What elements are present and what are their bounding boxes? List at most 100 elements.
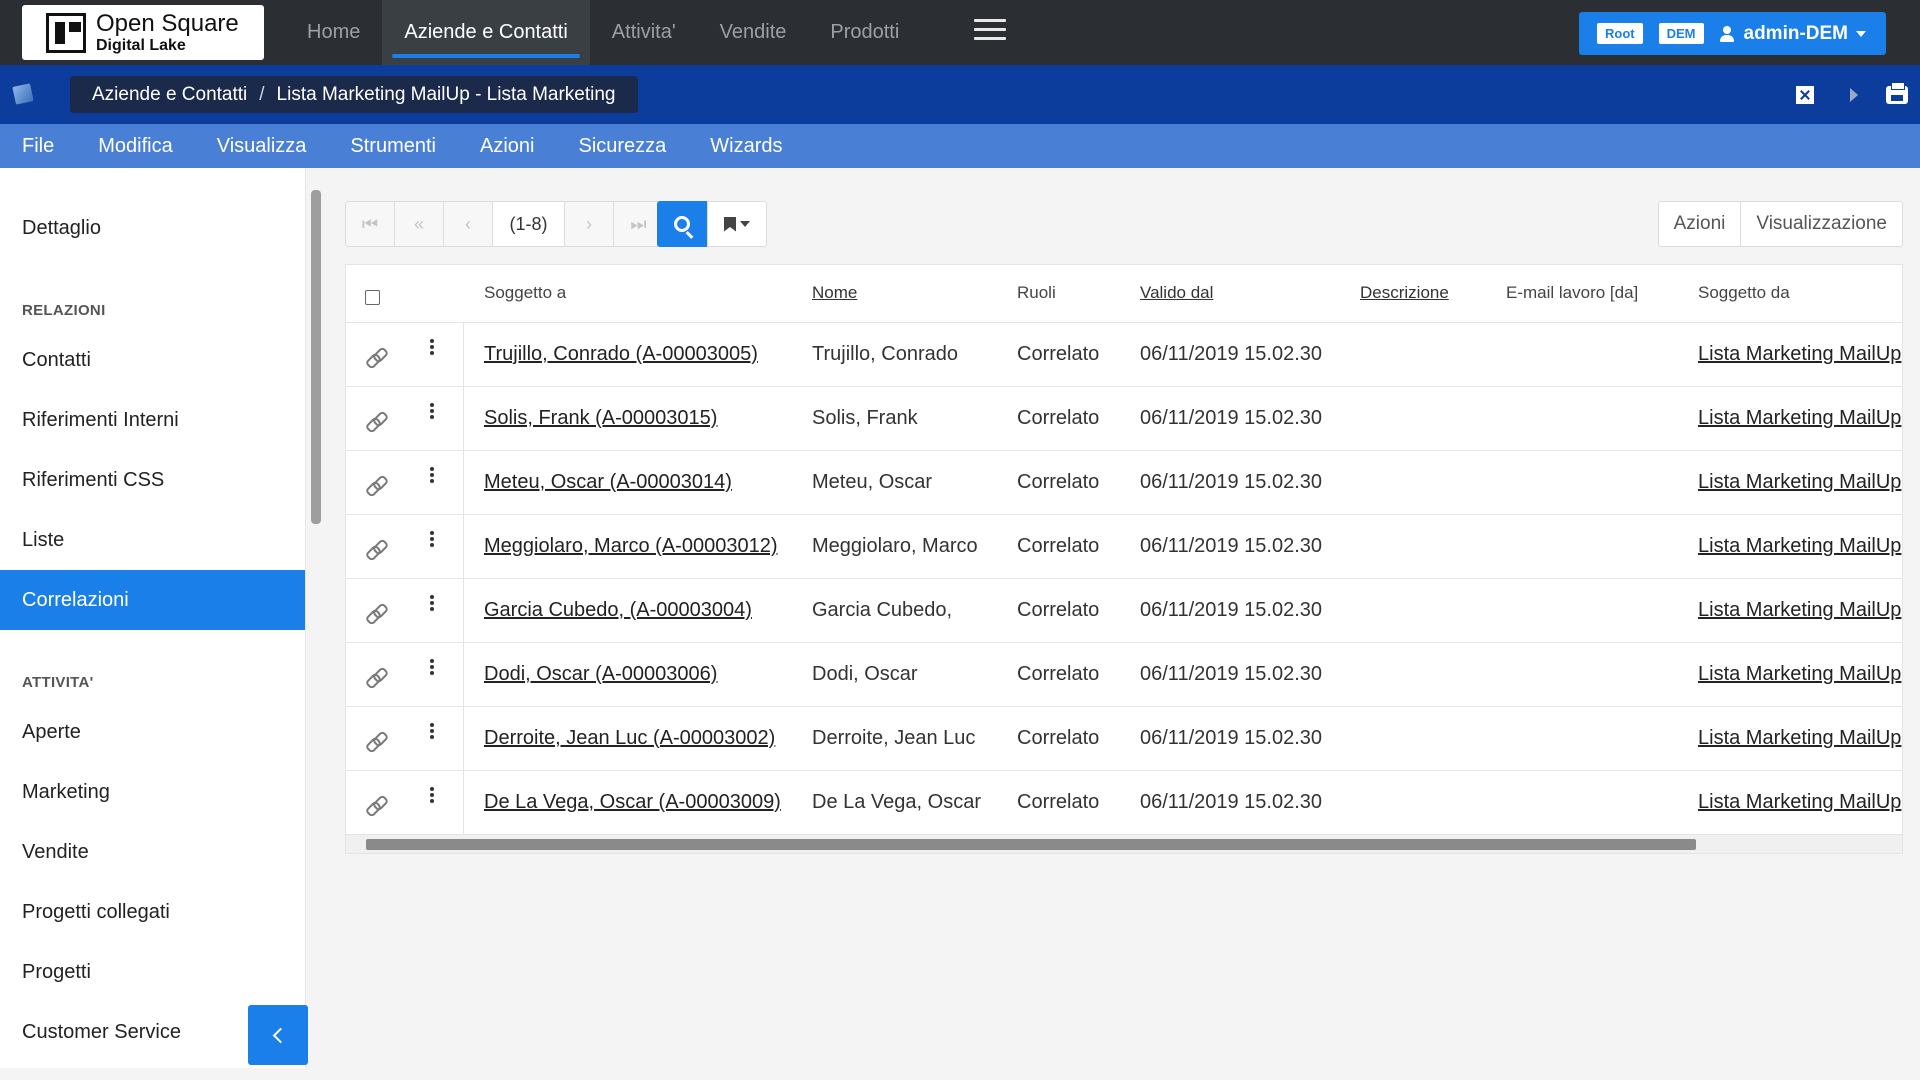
nav-item-vendite[interactable]: Vendite [698,0,809,65]
row-menu-icon[interactable] [430,595,434,611]
link-icon[interactable] [366,539,386,559]
col-descrizione[interactable]: Descrizione [1360,283,1449,303]
table-row[interactable]: Meggiolaro, Marco (A-00003012) Meggiolar… [346,515,1902,579]
sidebar-item-riferimenti-css[interactable]: Riferimenti CSS [0,450,305,510]
link-icon[interactable] [366,475,386,495]
menu-azioni[interactable]: Azioni [480,135,534,158]
row-menu-icon[interactable] [430,531,434,547]
menu-modifica[interactable]: Modifica [98,135,172,158]
cell-soggetto-a[interactable]: Dodi, Oscar (A-00003006) [484,663,717,686]
cell-soggetto-a[interactable]: Meteu, Oscar (A-00003014) [484,471,732,494]
sidebar-item-contatti[interactable]: Contatti [0,330,305,390]
sidebar-item-riferimenti-interni[interactable]: Riferimenti Interni [0,390,305,450]
table-row[interactable]: Derroite, Jean Luc (A-00003002) Derroite… [346,707,1902,771]
link-icon[interactable] [366,795,386,815]
cell-ruoli: Correlato [1017,663,1100,685]
bookmark-dropdown-button[interactable] [707,201,767,247]
table-row[interactable]: Garcia Cubedo, (A-00003004) Garcia Cubed… [346,579,1902,643]
cell-nome: Meteu, Oscar [812,471,933,493]
sidebar-scrollbar[interactable] [311,190,321,524]
row-menu-icon[interactable] [430,403,434,419]
next-page-button[interactable]: › [565,202,614,246]
sidebar-item-vendite[interactable]: Vendite [0,822,305,882]
row-menu-icon[interactable] [430,467,434,483]
link-icon[interactable] [366,667,386,687]
row-menu-icon[interactable] [430,339,434,355]
cell-valido-dal: 06/11/2019 15.02.30 [1140,407,1323,429]
last-page-button[interactable]: ⏭ [614,202,663,246]
menu-strumenti[interactable]: Strumenti [350,135,436,158]
sidebar-item-correlazioni[interactable]: Correlazioni [0,570,305,630]
table-row[interactable]: Dodi, Oscar (A-00003006) Dodi, Oscar Cor… [346,643,1902,707]
nav-item-home[interactable]: Home [285,0,382,65]
cell-soggetto-a[interactable]: Solis, Frank (A-00003015) [484,407,717,430]
table-row[interactable]: Solis, Frank (A-00003015) Solis, Frank C… [346,387,1902,451]
page-count: (1-8) [493,202,565,246]
table-row[interactable]: De La Vega, Oscar (A-00003009) De La Veg… [346,771,1902,835]
hamburger-menu-icon[interactable] [974,19,1006,41]
print-icon[interactable] [1886,81,1908,104]
select-all-checkbox[interactable] [365,290,380,305]
cell-soggetto-da[interactable]: Lista Marketing MailUp [1698,343,1901,366]
prev-page-button[interactable]: ‹ [444,202,493,246]
cell-soggetto-a[interactable]: Derroite, Jean Luc (A-00003002) [484,727,775,750]
cell-soggetto-da[interactable]: Lista Marketing MailUp [1698,535,1901,558]
cell-soggetto-da[interactable]: Lista Marketing MailUp [1698,727,1901,750]
user-name: admin-DEM [1743,22,1849,44]
menu-visualizza[interactable]: Visualizza [217,135,307,158]
cell-valido-dal: 06/11/2019 15.02.30 [1140,663,1323,685]
col-valido-dal[interactable]: Valido dal [1140,283,1213,303]
link-icon[interactable] [366,603,386,623]
menu-sicurezza[interactable]: Sicurezza [578,135,666,158]
close-icon[interactable] [1796,85,1814,104]
app-logo[interactable]: Open Square Digital Lake [22,5,264,60]
link-icon[interactable] [366,347,386,367]
first-page-button[interactable]: ⏮ [346,202,395,246]
cell-valido-dal: 06/11/2019 15.02.30 [1140,471,1323,493]
table-horizontal-scrollbar[interactable] [366,839,1696,850]
cell-ruoli: Correlato [1017,407,1100,429]
search-button[interactable] [657,201,707,247]
sidebar-item-progetti[interactable]: Progetti [0,942,305,1002]
nav-item-attivita[interactable]: Attivita' [590,0,698,65]
cell-valido-dal: 06/11/2019 15.02.30 [1140,599,1323,621]
sidebar-item-dettaglio[interactable]: Dettaglio [0,198,305,258]
cell-soggetto-da[interactable]: Lista Marketing MailUp [1698,599,1901,622]
col-nome[interactable]: Nome [812,283,857,303]
azioni-button[interactable]: Azioni [1659,202,1741,246]
notebook-icon[interactable] [12,83,34,105]
user-menu[interactable]: Root DEM admin-DEM [1579,12,1886,55]
caret-right-icon[interactable] [1850,87,1858,102]
nav-item-prodotti[interactable]: Prodotti [808,0,921,65]
cell-nome: Derroite, Jean Luc [812,727,976,749]
logo-line1: Open Square [96,9,239,37]
row-menu-icon[interactable] [430,787,434,803]
cell-soggetto-da[interactable]: Lista Marketing MailUp [1698,663,1901,686]
menu-wizards[interactable]: Wizards [710,135,782,158]
cell-soggetto-da[interactable]: Lista Marketing MailUp [1698,471,1901,494]
cell-soggetto-a[interactable]: Meggiolaro, Marco (A-00003012) [484,535,778,558]
link-icon[interactable] [366,411,386,431]
row-menu-icon[interactable] [430,659,434,675]
link-icon[interactable] [366,731,386,751]
cell-soggetto-da[interactable]: Lista Marketing MailUp [1698,791,1901,814]
sidebar-item-aperte[interactable]: Aperte [0,702,305,762]
sidebar-item-marketing[interactable]: Marketing [0,762,305,822]
table-row[interactable]: Trujillo, Conrado (A-00003005) Trujillo,… [346,323,1902,387]
visualizzazione-button[interactable]: Visualizzazione [1740,202,1902,246]
cell-soggetto-a[interactable]: De La Vega, Oscar (A-00003009) [484,791,781,814]
sidebar-item-liste[interactable]: Liste [0,510,305,570]
row-menu-icon[interactable] [430,723,434,739]
menu-file[interactable]: File [22,135,54,158]
sidebar-item-progetti-collegati[interactable]: Progetti collegati [0,882,305,942]
collapse-sidebar-button[interactable] [248,1005,308,1065]
nav-item-aziende-contatti[interactable]: Aziende e Contatti [382,0,590,65]
fast-back-button[interactable]: « [395,202,444,246]
cell-soggetto-a[interactable]: Trujillo, Conrado (A-00003005) [484,343,758,366]
cell-soggetto-a[interactable]: Garcia Cubedo, (A-00003004) [484,599,752,622]
breadcrumb-aziende-contatti[interactable]: Aziende e Contatti [92,84,247,106]
cell-soggetto-da[interactable]: Lista Marketing MailUp [1698,407,1901,430]
col-email-lavoro: E-mail lavoro [da] [1506,283,1639,302]
cell-valido-dal: 06/11/2019 15.02.30 [1140,343,1323,365]
table-row[interactable]: Meteu, Oscar (A-00003014) Meteu, Oscar C… [346,451,1902,515]
